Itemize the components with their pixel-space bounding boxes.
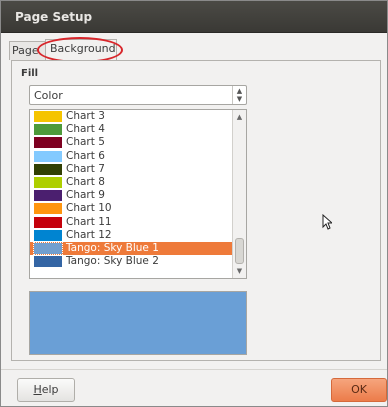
color-list-item[interactable]: Chart 6 bbox=[30, 150, 234, 163]
color-list-item[interactable]: Tango: Sky Blue 2 bbox=[30, 255, 234, 268]
fill-section-label: Fill bbox=[21, 68, 39, 79]
color-swatch bbox=[34, 150, 62, 162]
color-swatch bbox=[34, 203, 62, 215]
color-name: Chart 11 bbox=[66, 215, 112, 228]
color-swatch bbox=[34, 124, 62, 136]
page-setup-dialog: Page Setup Page Background Fill Color ▲ ▼… bbox=[0, 0, 388, 407]
color-list-item[interactable]: Chart 11 bbox=[30, 216, 234, 229]
color-list-item[interactable]: Chart 8 bbox=[30, 176, 234, 189]
color-preview bbox=[29, 291, 247, 355]
color-name: Chart 6 bbox=[66, 149, 105, 162]
color-swatch bbox=[34, 163, 62, 175]
color-swatch bbox=[34, 229, 62, 241]
color-swatch bbox=[34, 111, 62, 122]
color-list-scrollbar[interactable]: ▲ ▼ bbox=[232, 110, 246, 278]
color-list-item[interactable]: Chart 7 bbox=[30, 163, 234, 176]
color-list-item[interactable]: Chart 4 bbox=[30, 123, 234, 136]
color-name: Chart 10 bbox=[66, 202, 112, 215]
color-swatch bbox=[34, 256, 62, 268]
help-button[interactable]: Help bbox=[17, 378, 75, 402]
color-name: Chart 8 bbox=[66, 175, 105, 188]
window-title: Page Setup bbox=[15, 10, 93, 24]
scrollbar-thumb[interactable] bbox=[235, 238, 244, 264]
color-list-item[interactable]: Chart 10 bbox=[30, 202, 234, 215]
color-name: Tango: Sky Blue 2 bbox=[66, 255, 159, 268]
color-swatch bbox=[34, 137, 62, 149]
tab-bar: Page Background bbox=[7, 38, 381, 60]
color-list-item[interactable]: Chart 12 bbox=[30, 229, 234, 242]
scroll-up-arrow-icon[interactable]: ▲ bbox=[235, 112, 244, 122]
color-name: Chart 7 bbox=[66, 162, 105, 175]
color-swatch bbox=[34, 176, 62, 188]
title-bar[interactable]: Page Setup bbox=[1, 1, 387, 33]
color-list-item[interactable]: Chart 5 bbox=[30, 136, 234, 149]
color-name: Chart 5 bbox=[66, 136, 105, 149]
color-name: Chart 12 bbox=[66, 228, 112, 241]
mouse-pointer-icon bbox=[322, 214, 332, 230]
tab-page[interactable]: Page bbox=[9, 41, 47, 60]
spin-arrows-icon[interactable]: ▲ ▼ bbox=[232, 86, 246, 104]
scroll-down-arrow-icon[interactable]: ▼ bbox=[235, 266, 244, 276]
color-name: Tango: Sky Blue 1 bbox=[66, 241, 159, 254]
color-name: Chart 9 bbox=[66, 189, 105, 202]
color-swatch bbox=[34, 216, 62, 228]
color-list-item[interactable]: Chart 3 bbox=[30, 110, 234, 123]
color-list-item[interactable]: Tango: Sky Blue 1 bbox=[30, 241, 234, 256]
color-list[interactable]: Chart 3 Chart 4 Chart 5 Chart 6 Chart 7 Chart… bbox=[29, 109, 247, 279]
footer-divider bbox=[1, 369, 387, 370]
color-name: Chart 3 bbox=[66, 110, 105, 122]
color-swatch bbox=[33, 241, 63, 255]
fill-type-value: Color bbox=[34, 89, 63, 102]
help-mnemonic: H bbox=[33, 383, 42, 396]
color-swatch bbox=[34, 190, 62, 202]
fill-type-select[interactable]: Color ▲ ▼ bbox=[29, 85, 247, 105]
tab-background[interactable]: Background bbox=[45, 39, 117, 60]
color-list-item[interactable]: Chart 9 bbox=[30, 189, 234, 202]
color-name: Chart 4 bbox=[66, 123, 105, 136]
ok-button[interactable]: OK bbox=[331, 378, 387, 402]
color-list-items: Chart 3 Chart 4 Chart 5 Chart 6 Chart 7 Chart… bbox=[30, 110, 234, 268]
help-label: elp bbox=[41, 383, 59, 396]
